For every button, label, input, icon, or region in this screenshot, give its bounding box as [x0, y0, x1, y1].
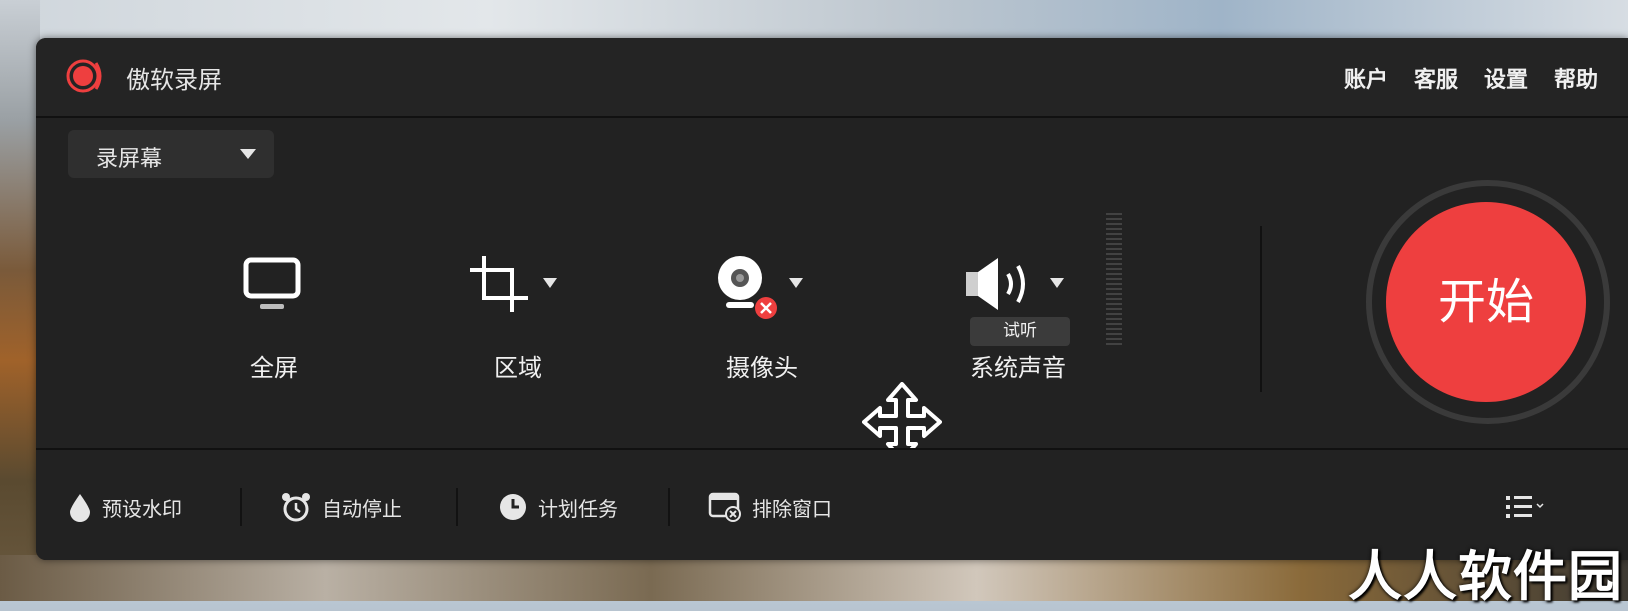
menu-settings[interactable]: 设置: [1484, 62, 1528, 94]
record-mode-dropdown[interactable]: 录屏幕: [68, 130, 274, 178]
system-audio-button[interactable]: 系统声音: [918, 188, 1118, 388]
region-label: 区域: [494, 354, 542, 382]
alarm-clock-icon: [282, 493, 310, 522]
fullscreen-label: 全屏: [250, 354, 298, 382]
watermark-label: 预设水印: [102, 496, 182, 521]
region-dropdown-caret[interactable]: [543, 278, 557, 288]
region-button[interactable]: 区域: [418, 188, 618, 388]
background-sky: [0, 0, 1628, 40]
site-watermark: 人人软件园: [1348, 545, 1623, 608]
exclude-window-label: 排除窗口: [752, 496, 832, 521]
test-listen-button[interactable]: 试听: [970, 317, 1070, 346]
chevron-down-icon: [240, 149, 256, 159]
monitor-icon: [243, 257, 301, 309]
divider: [1260, 226, 1262, 392]
camera-button[interactable]: 摄像头: [662, 188, 862, 388]
list-menu-icon[interactable]: [1506, 494, 1546, 520]
auto-stop-tool[interactable]: 自动停止: [280, 492, 402, 522]
crop-icon: [470, 256, 528, 312]
background-mountain: [0, 0, 40, 601]
top-menu: 账户 客服 设置 帮助: [1344, 62, 1598, 94]
toolbar-divider: [668, 488, 670, 526]
start-button[interactable]: 开始: [1386, 202, 1586, 402]
recorder-window: 傲软录屏 账户 客服 设置 帮助 录屏幕 全屏 区域 摄像头 系统声音 试听 开…: [36, 38, 1628, 560]
menu-help[interactable]: 帮助: [1554, 62, 1598, 94]
watermark-tool[interactable]: 预设水印: [68, 492, 182, 522]
schedule-label: 计划任务: [538, 496, 618, 521]
audio-dropdown-caret[interactable]: [1050, 278, 1064, 288]
app-title: 傲软录屏: [126, 66, 222, 94]
schedule-tool[interactable]: 计划任务: [498, 492, 618, 522]
toolbar-divider: [456, 488, 458, 526]
record-logo-icon: [66, 59, 102, 93]
system-audio-label: 系统声音: [970, 354, 1066, 382]
camera-label: 摄像头: [726, 354, 798, 382]
droplet-icon: [70, 494, 90, 522]
auto-stop-label: 自动停止: [322, 496, 402, 521]
toolbar-divider: [240, 488, 242, 526]
audio-level-meter: [1106, 213, 1122, 348]
fullscreen-button[interactable]: 全屏: [174, 188, 374, 388]
menu-service[interactable]: 客服: [1414, 62, 1458, 94]
window-exclude-icon: [708, 492, 741, 522]
camera-disabled-icon: [755, 297, 777, 319]
menu-account[interactable]: 账户: [1344, 62, 1388, 94]
clock-icon: [500, 494, 526, 520]
record-mode-label: 录屏幕: [96, 147, 163, 172]
exclude-window-tool[interactable]: 排除窗口: [708, 492, 832, 522]
camera-dropdown-caret[interactable]: [789, 278, 803, 288]
speaker-icon: [966, 258, 1025, 310]
title-bar[interactable]: 傲软录屏 账户 客服 设置 帮助: [36, 38, 1628, 118]
